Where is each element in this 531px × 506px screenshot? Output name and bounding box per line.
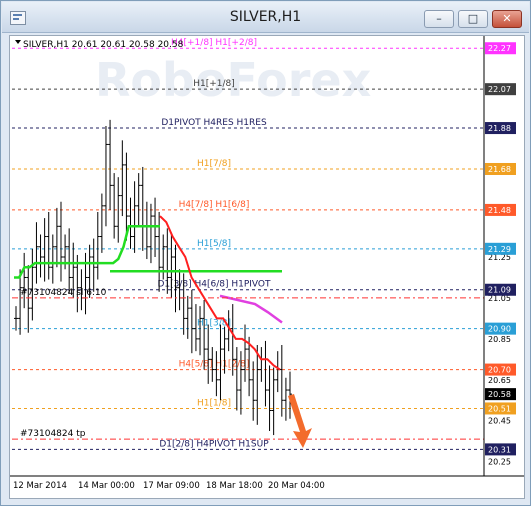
price-tick-label: 20.25 (488, 458, 511, 467)
time-tick-label: 12 Mar 2014 (13, 481, 67, 491)
price-tag: 21.48 (488, 206, 511, 215)
level-label: D1[3/8] H4[6/8] H1PIVOT (157, 280, 271, 290)
last-price-tag: 20.58 (488, 390, 511, 399)
price-tick-label: 20.45 (488, 417, 511, 426)
price-tag: 21.09 (488, 286, 511, 295)
level-label: H1[7/8] (197, 159, 231, 169)
time-tick-label: 20 Mar 04:00 (268, 481, 325, 491)
price-tag: 21.29 (488, 245, 511, 254)
order-label: #73104824 tp (20, 429, 86, 439)
level-label: H4[5/8] H1[2/8] (179, 360, 250, 370)
chart-area[interactable]: RoboForex H4[+1/8] H1[+2/8] H1[+1/8] D1PIV… (9, 35, 525, 499)
level-label: D1[2/8] H4PIVOT H1SUP (159, 439, 269, 449)
level-label: H4[7/8] H1[6/8] (179, 200, 250, 210)
chart-window: SILVER,H1 – □ ✕ RoboForex H4[+1/8] H1[+2… (0, 0, 531, 506)
price-tag: 20.70 (488, 366, 511, 375)
price-tag: 20.90 (488, 325, 511, 334)
price-tick-label: 20.65 (488, 376, 511, 385)
price-tick-label: 20.85 (488, 335, 511, 344)
price-chart[interactable]: RoboForex H4[+1/8] H1[+2/8]H1[+1/8]D1PIV… (10, 36, 524, 498)
level-label: H1[1/8] (197, 398, 231, 408)
price-tag: 21.88 (488, 124, 511, 133)
minimize-button[interactable]: – (424, 10, 454, 28)
price-tag: 22.07 (488, 85, 511, 94)
time-tick-label: 14 Mar 00:00 (78, 481, 135, 491)
green-indicator-line (14, 225, 160, 279)
time-tick-label: 17 Mar 09:00 (143, 481, 200, 491)
maximize-button[interactable]: □ (458, 10, 488, 28)
price-tag: 20.31 (488, 445, 511, 454)
level-label: H1[+1/8] (193, 79, 235, 89)
level-label: H1[5/8] (197, 239, 231, 249)
price-tag: 20.51 (488, 404, 511, 413)
level-label: D1PIVOT H4RES H1RES (161, 118, 267, 128)
level-label: H4[+1/8] H1[+2/8] (171, 38, 257, 48)
order-label: #73104824 sl 6.10 (20, 288, 107, 298)
chart-header: SILVER,H1 20.61 20.61 20.58 20.58 (23, 40, 184, 50)
chart-header-triangle-icon (15, 40, 21, 44)
price-tag: 22.27 (488, 44, 511, 53)
close-button[interactable]: ✕ (492, 10, 522, 28)
title-bar[interactable]: SILVER,H1 – □ ✕ (2, 2, 529, 33)
time-tick-label: 18 Mar 18:00 (206, 481, 263, 491)
direction-arrow-icon (288, 394, 312, 448)
price-tag: 21.68 (488, 165, 511, 174)
